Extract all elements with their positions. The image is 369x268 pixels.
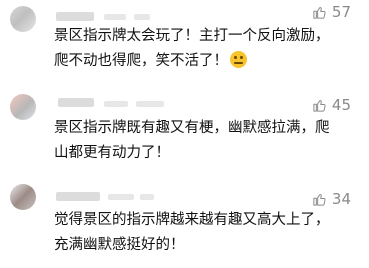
like-button[interactable]: 57 <box>312 3 351 21</box>
comment-line: 山都更有动力了！ <box>54 145 170 161</box>
thumbs-up-icon <box>313 6 326 19</box>
like-count: 34 <box>331 190 351 208</box>
meta-obscured <box>108 194 134 200</box>
meta-obscured <box>136 101 164 107</box>
comment-item: 57 景区指示牌太会玩了！主打一个反向激励， 爬不动也得爬，笑不活了！ <box>0 0 369 82</box>
avatar[interactable] <box>10 184 36 210</box>
comment-text: 景区指示牌既有趣又有梗，幽默感拉满，爬 山都更有动力了！ <box>54 116 357 166</box>
like-count: 57 <box>331 3 351 21</box>
comment-text: 觉得景区的指示牌越来越有趣又高大上了， 充满幽默感挺好的！ <box>54 208 357 258</box>
meta-obscured <box>104 101 128 107</box>
meta-obscured <box>140 194 154 200</box>
username-obscured[interactable] <box>58 98 94 107</box>
meta-obscured <box>104 14 126 20</box>
username-obscured[interactable] <box>56 12 94 21</box>
comment-item: 34 觉得景区的指示牌越来越有趣又高大上了， 充满幽默感挺好的！ <box>0 178 369 268</box>
avatar[interactable] <box>10 94 36 120</box>
laughing-face-emoji-icon <box>230 51 247 68</box>
comment-item: 45 景区指示牌既有趣又有梗，幽默感拉满，爬 山都更有动力了！ <box>0 86 369 176</box>
avatar[interactable] <box>10 6 36 32</box>
comment-line: 爬不动也得爬，笑不活了！ <box>54 49 357 74</box>
username-obscured[interactable] <box>56 192 100 201</box>
comment-line: 充满幽默感挺好的！ <box>54 237 185 253</box>
comment-line-text: 爬不动也得爬，笑不活了！ <box>54 53 228 69</box>
thumbs-up-icon <box>313 99 326 112</box>
meta-obscured <box>134 14 150 20</box>
comment-line: 景区指示牌既有趣又有梗，幽默感拉满，爬 <box>54 120 330 136</box>
comment-line: 觉得景区的指示牌越来越有趣又高大上了， <box>54 212 330 228</box>
comment-line: 景区指示牌太会玩了！主打一个反向激励， <box>54 28 330 44</box>
like-button[interactable]: 34 <box>312 190 351 208</box>
comment-text: 景区指示牌太会玩了！主打一个反向激励， 爬不动也得爬，笑不活了！ <box>54 24 357 74</box>
like-count: 45 <box>331 96 351 114</box>
thumbs-up-icon <box>313 193 326 206</box>
like-button[interactable]: 45 <box>312 96 351 114</box>
comment-list: 57 景区指示牌太会玩了！主打一个反向激励， 爬不动也得爬，笑不活了！ 45 景… <box>0 0 369 268</box>
